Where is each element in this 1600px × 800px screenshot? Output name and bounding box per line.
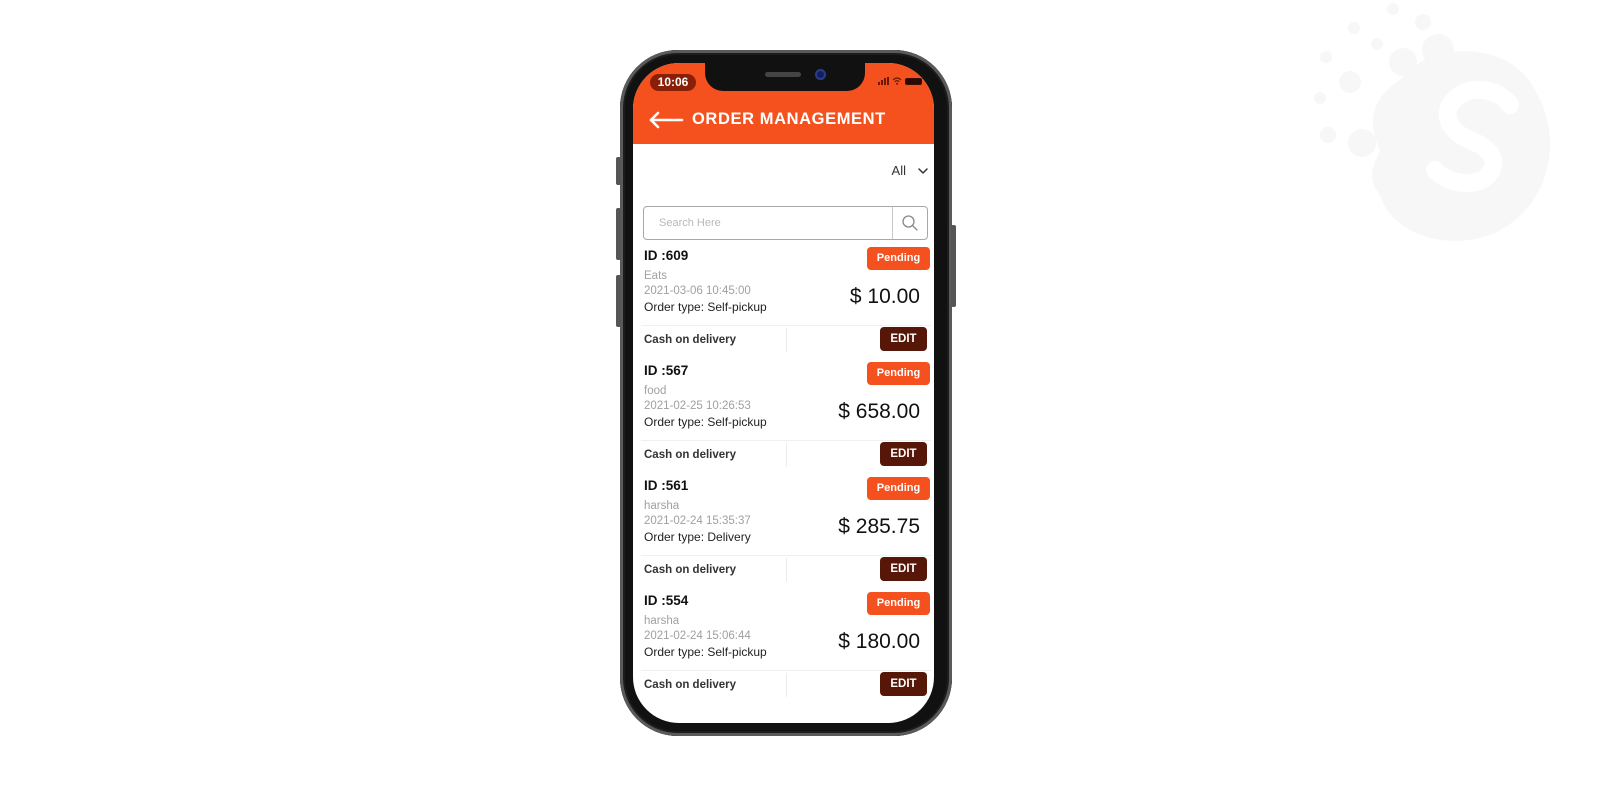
order-footer: Cash on delivery EDIT bbox=[641, 670, 931, 699]
status-filter-dropdown[interactable]: All bbox=[892, 163, 928, 178]
order-card[interactable]: ID :554 Pending harsha 2021-02-24 15:06:… bbox=[633, 591, 934, 706]
order-datetime: 2021-02-25 10:26:53 bbox=[644, 400, 751, 412]
order-card[interactable]: ID :561 Pending harsha 2021-02-24 15:35:… bbox=[633, 476, 934, 591]
order-id: ID :567 bbox=[644, 363, 689, 378]
speaker bbox=[765, 72, 801, 77]
phone-screen: 10:06 ORDER MANAGEMENT All Search Here I… bbox=[633, 63, 934, 723]
divider bbox=[786, 328, 787, 352]
status-badge: Pending bbox=[867, 362, 930, 385]
signal-icon bbox=[878, 77, 889, 85]
brand-watermark-logo bbox=[1314, 3, 1550, 241]
order-card[interactable]: ID :609 Pending Eats 2021-03-06 10:45:00… bbox=[633, 246, 934, 361]
page-title: ORDER MANAGEMENT bbox=[692, 110, 886, 128]
divider bbox=[786, 558, 787, 582]
order-customer: harsha bbox=[644, 500, 680, 512]
filter-selected-value: All bbox=[891, 163, 906, 178]
order-amount: $ 658.00 bbox=[838, 400, 920, 423]
payment-method: Cash on delivery bbox=[644, 334, 737, 346]
order-type: Order type: Self-pickup bbox=[644, 645, 767, 659]
edit-order-button[interactable]: EDIT bbox=[880, 672, 927, 696]
payment-method: Cash on delivery bbox=[644, 449, 737, 461]
search-input[interactable] bbox=[644, 207, 892, 239]
search-icon bbox=[902, 215, 918, 231]
status-time: 10:06 bbox=[650, 74, 696, 91]
order-id: ID :561 bbox=[644, 478, 689, 493]
order-list: ID :609 Pending Eats 2021-03-06 10:45:00… bbox=[633, 246, 934, 706]
order-id: ID :554 bbox=[644, 593, 689, 608]
order-customer: Eats bbox=[644, 270, 668, 282]
order-datetime: 2021-03-06 10:45:00 bbox=[644, 285, 751, 297]
mute-switch bbox=[616, 157, 621, 185]
status-badge: Pending bbox=[867, 592, 930, 615]
notch bbox=[705, 63, 865, 91]
order-datetime: 2021-02-24 15:06:44 bbox=[644, 630, 751, 642]
power-button bbox=[951, 225, 956, 307]
payment-method: Cash on delivery bbox=[644, 564, 737, 576]
order-amount: $ 180.00 bbox=[838, 630, 920, 653]
order-amount: $ 10.00 bbox=[849, 285, 920, 308]
edit-order-button[interactable]: EDIT bbox=[880, 442, 927, 466]
chevron-down-icon bbox=[918, 167, 928, 174]
order-card[interactable]: ID :567 Pending food 2021-02-25 10:26:53… bbox=[633, 361, 934, 476]
volume-down-button bbox=[616, 275, 621, 327]
order-footer: Cash on delivery EDIT bbox=[641, 325, 931, 354]
order-datetime: 2021-02-24 15:35:37 bbox=[644, 515, 751, 527]
order-type: Order type: Self-pickup bbox=[644, 415, 767, 429]
order-type: Order type: Delivery bbox=[644, 530, 751, 544]
divider bbox=[786, 673, 787, 697]
order-customer: food bbox=[644, 385, 667, 397]
wifi-icon bbox=[892, 77, 902, 85]
search-button[interactable] bbox=[892, 207, 927, 239]
phone-frame: 10:06 ORDER MANAGEMENT All Search Here I… bbox=[616, 50, 956, 736]
order-type: Order type: Self-pickup bbox=[644, 300, 767, 314]
battery-icon bbox=[905, 77, 922, 85]
divider bbox=[786, 443, 787, 467]
edit-order-button[interactable]: EDIT bbox=[880, 557, 927, 581]
order-amount: $ 285.75 bbox=[838, 515, 920, 538]
order-customer: harsha bbox=[644, 615, 680, 627]
volume-up-button bbox=[616, 208, 621, 260]
payment-method: Cash on delivery bbox=[644, 679, 737, 691]
order-footer: Cash on delivery EDIT bbox=[641, 440, 931, 469]
order-id: ID :609 bbox=[644, 248, 689, 263]
order-footer: Cash on delivery EDIT bbox=[641, 555, 931, 584]
front-camera bbox=[815, 69, 826, 80]
search-bar bbox=[643, 206, 928, 240]
status-icons bbox=[878, 77, 922, 85]
edit-order-button[interactable]: EDIT bbox=[880, 327, 927, 351]
status-badge: Pending bbox=[867, 477, 930, 500]
back-arrow-icon[interactable] bbox=[648, 111, 684, 129]
status-badge: Pending bbox=[867, 247, 930, 270]
